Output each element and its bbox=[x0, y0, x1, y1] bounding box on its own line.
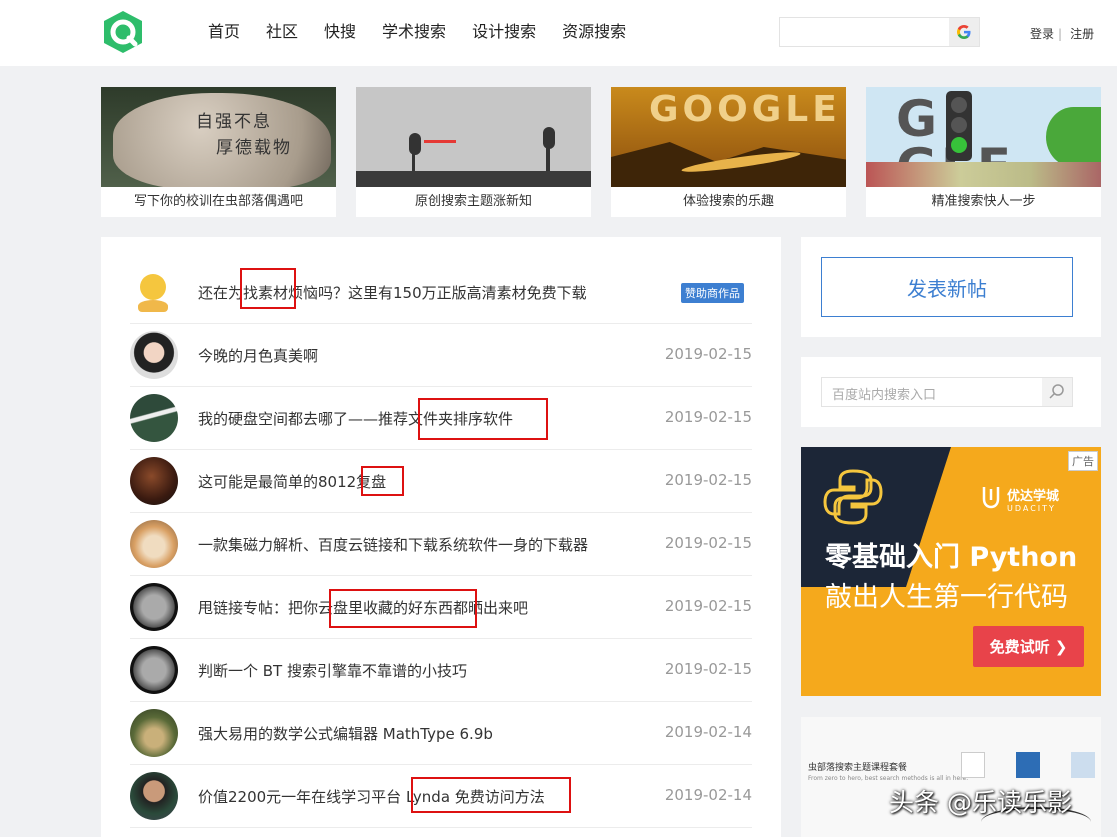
new-post-button[interactable]: 发表新帖 bbox=[821, 257, 1073, 317]
top-header: 首页 社区 快搜 学术搜索 设计搜索 资源搜索 登录 | 注册 bbox=[0, 0, 1117, 66]
post-row[interactable]: 甩链接专帖：把你云盘里收藏的好东西都晒出来吧 2019-02-15 bbox=[130, 576, 752, 639]
post-date: 2019-02-14 bbox=[664, 786, 752, 804]
card-google-word: GOOGLE bbox=[649, 89, 841, 130]
register-link[interactable]: 注册 bbox=[1070, 27, 1094, 41]
main-nav: 首页 社区 快搜 学术搜索 设计搜索 资源搜索 bbox=[208, 22, 652, 42]
nav-item-home[interactable]: 首页 bbox=[208, 22, 240, 42]
login-link[interactable]: 登录 bbox=[1030, 27, 1054, 41]
header-search-box bbox=[779, 17, 980, 47]
post-row[interactable]: 这可能是最简单的8012复盘 2019-02-15 bbox=[130, 450, 752, 513]
post-date: 2019-02-15 bbox=[664, 345, 752, 363]
post-date: 2019-02-14 bbox=[664, 723, 752, 741]
google-search-button[interactable] bbox=[949, 18, 979, 46]
user-avatar bbox=[130, 394, 178, 442]
stone-text-line2: 厚德载物 bbox=[216, 138, 292, 158]
auth-separator: | bbox=[1058, 27, 1063, 41]
post-row[interactable]: 还在为找素材烦恼吗？这里有150万正版高清素材免费下载 赞助商作品 bbox=[130, 261, 752, 324]
post-title[interactable]: 今晚的月色真美啊 bbox=[198, 345, 318, 366]
post-row[interactable]: 今晚的月色真美啊 2019-02-15 bbox=[130, 324, 752, 387]
featured-card-search-fun[interactable]: GOOGLE 体验搜索的乐趣 bbox=[611, 87, 846, 217]
post-title[interactable]: 强大易用的数学公式编辑器 MathType 6.9b bbox=[198, 723, 493, 744]
card-caption: 精准搜索快人一步 bbox=[931, 194, 1036, 209]
user-avatar bbox=[130, 583, 178, 631]
post-title[interactable]: 这可能是最简单的8012复盘 bbox=[198, 471, 386, 492]
auth-links: 登录 | 注册 bbox=[1030, 25, 1094, 42]
post-date: 2019-02-15 bbox=[664, 660, 752, 678]
nav-item-design-search[interactable]: 设计搜索 bbox=[472, 22, 536, 42]
new-post-panel: 发表新帖 bbox=[801, 237, 1101, 337]
post-date: 2019-02-15 bbox=[664, 597, 752, 615]
post-title[interactable]: 还在为找素材烦恼吗？这里有150万正版高清素材免费下载 bbox=[198, 282, 587, 303]
ad-tag: 广告 bbox=[1068, 451, 1098, 471]
site-search-placeholder[interactable]: 百度站内搜索入口 bbox=[832, 384, 936, 403]
udacity-name-cn: 优达学城 bbox=[1007, 489, 1060, 504]
udacity-name-en: UDACITY bbox=[1007, 504, 1056, 513]
post-title[interactable]: 甩链接专帖：把你云盘里收藏的好东西都晒出来吧 bbox=[198, 597, 528, 618]
nav-item-quick-search[interactable]: 快搜 bbox=[324, 22, 356, 42]
card-image-silhouettes bbox=[356, 87, 591, 187]
site-search-button[interactable] bbox=[1042, 378, 1072, 406]
python-logo-icon bbox=[823, 469, 883, 525]
post-row[interactable]: 强大易用的数学公式编辑器 MathType 6.9b 2019-02-14 bbox=[130, 702, 752, 765]
post-title[interactable]: 判断一个 BT 搜索引擎靠不靠谱的小技巧 bbox=[198, 660, 467, 681]
featured-cards: 自强不息 厚德载物 写下你的校训在虫部落偶遇吧 原创搜索主题涨新知 GOOGLE… bbox=[101, 87, 1117, 217]
post-list-panel: 还在为找素材烦恼吗？这里有150万正版高清素材免费下载 赞助商作品 今晚的月色真… bbox=[101, 237, 781, 837]
post-row[interactable]: 判断一个 BT 搜索引擎靠不靠谱的小技巧 2019-02-15 bbox=[130, 639, 752, 702]
free-trial-button[interactable]: 免费试听 ❯ bbox=[973, 626, 1084, 667]
google-g-icon bbox=[957, 25, 971, 39]
post-row[interactable]: 价值2200元一年在线学习平台 Lynda 免费访问方法 2019-02-14 bbox=[130, 765, 752, 828]
udacity-logo-icon bbox=[982, 487, 1000, 509]
nav-item-resource-search[interactable]: 资源搜索 bbox=[562, 22, 626, 42]
user-avatar bbox=[130, 520, 178, 568]
nav-item-academic-search[interactable]: 学术搜索 bbox=[382, 22, 446, 42]
user-avatar bbox=[130, 709, 178, 757]
post-title[interactable]: 一款集磁力解析、百度云链接和下载系统软件一身的下载器 bbox=[198, 534, 588, 555]
ad-headline: 零基础入门 Python bbox=[825, 542, 1078, 573]
card-caption: 原创搜索主题涨新知 bbox=[414, 194, 532, 209]
nav-item-community[interactable]: 社区 bbox=[266, 22, 298, 42]
user-avatar bbox=[130, 457, 178, 505]
udacity-brand: 优达学城 UDACITY bbox=[981, 485, 1059, 513]
site-search-box: 百度站内搜索入口 bbox=[821, 377, 1073, 407]
header-search-input[interactable] bbox=[780, 18, 950, 46]
user-avatar bbox=[130, 646, 178, 694]
course-bundle-subtitle: From zero to hero, best search methods i… bbox=[808, 775, 969, 782]
post-row[interactable]: 一款集磁力解析、百度云链接和下载系统软件一身的下载器 2019-02-15 bbox=[130, 513, 752, 576]
sponsor-badge: 赞助商作品 bbox=[681, 283, 744, 303]
user-avatar bbox=[130, 772, 178, 820]
card-image-google-traffic-light: G GLE bbox=[866, 87, 1101, 187]
emoji-avatar bbox=[130, 268, 178, 316]
card-caption: 写下你的校训在虫部落偶遇吧 bbox=[133, 194, 303, 209]
post-date: 2019-02-15 bbox=[664, 471, 752, 489]
user-avatar bbox=[130, 331, 178, 379]
featured-card-school-motto[interactable]: 自强不息 厚德载物 写下你的校训在虫部落偶遇吧 bbox=[101, 87, 336, 217]
card-caption: 体验搜索的乐趣 bbox=[682, 194, 774, 209]
ad-subheadline: 敲出人生第一行代码 bbox=[825, 582, 1068, 613]
featured-card-original-theme[interactable]: 原创搜索主题涨新知 bbox=[356, 87, 591, 217]
post-date: 2019-02-15 bbox=[664, 534, 752, 552]
course-item-thumb bbox=[961, 752, 985, 778]
card-image-stone: 自强不息 厚德载物 bbox=[101, 87, 336, 187]
featured-card-precise-search[interactable]: G GLE 精准搜索快人一步 bbox=[866, 87, 1101, 217]
toutiao-watermark: 头条 @乐读乐影 bbox=[889, 788, 1072, 817]
post-title[interactable]: 我的硬盘空间都去哪了——推荐文件夹排序软件 bbox=[198, 408, 513, 429]
stone-text-line1: 自强不息 bbox=[196, 112, 272, 132]
post-title[interactable]: 价值2200元一年在线学习平台 Lynda 免费访问方法 bbox=[198, 786, 545, 807]
search-icon bbox=[1049, 384, 1064, 399]
card-image-google-mountains: GOOGLE bbox=[611, 87, 846, 187]
course-bundle-banner[interactable]: 虫部落搜索主题课程套餐 From zero to hero, best sear… bbox=[801, 717, 1101, 837]
site-logo-icon[interactable] bbox=[100, 9, 146, 55]
course-item-thumb bbox=[1071, 752, 1095, 778]
course-item-thumb bbox=[1016, 752, 1040, 778]
site-search-panel: 百度站内搜索入口 bbox=[801, 357, 1101, 427]
post-row[interactable]: 我的硬盘空间都去哪了——推荐文件夹排序软件 2019-02-15 bbox=[130, 387, 752, 450]
post-date: 2019-02-15 bbox=[664, 408, 752, 426]
course-bundle-title: 虫部落搜索主题课程套餐 bbox=[808, 763, 908, 773]
udacity-ad-banner[interactable]: 优达学城 UDACITY 广告 零基础入门 Python 敲出人生第一行代码 免… bbox=[801, 447, 1101, 696]
